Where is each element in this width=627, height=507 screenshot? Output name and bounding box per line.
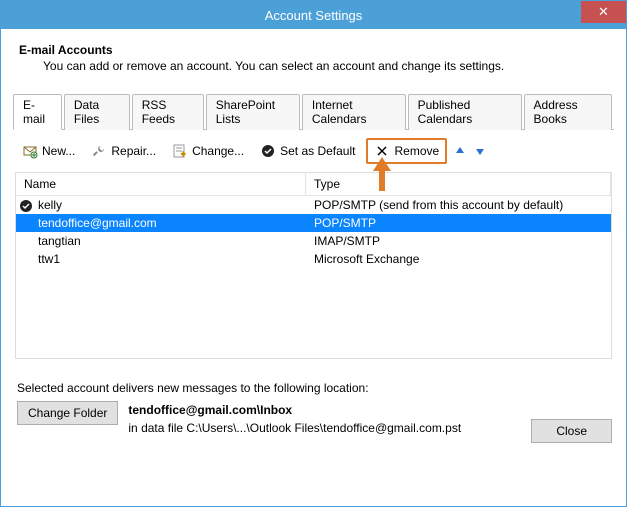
header-title: E-mail Accounts <box>19 43 608 57</box>
change-button[interactable]: Change... <box>167 140 249 162</box>
close-button[interactable]: Close <box>531 419 612 443</box>
delivery-info: tendoffice@gmail.com\Inbox in data file … <box>128 401 461 437</box>
new-label: New... <box>42 144 75 158</box>
change-folder-button[interactable]: Change Folder <box>17 401 118 425</box>
move-up-button[interactable] <box>453 144 467 158</box>
account-row[interactable]: kellyPOP/SMTP (send from this account by… <box>16 196 611 214</box>
window-title: Account Settings <box>265 8 363 23</box>
header-block: E-mail Accounts You can add or remove an… <box>13 39 614 87</box>
move-down-button[interactable] <box>473 144 487 158</box>
tab-rss-feeds[interactable]: RSS Feeds <box>132 94 204 130</box>
tab-sharepoint-lists[interactable]: SharePoint Lists <box>206 94 300 130</box>
account-name: tendoffice@gmail.com <box>16 216 306 230</box>
delivery-path: tendoffice@gmail.com\Inbox <box>128 401 461 419</box>
callout-arrow-icon <box>371 157 393 194</box>
set-default-label: Set as Default <box>280 144 355 158</box>
account-row[interactable]: tendoffice@gmail.comPOP/SMTP <box>16 214 611 232</box>
account-name: tangtian <box>16 234 306 248</box>
account-name: ttw1 <box>16 252 306 266</box>
list-header: Name Type <box>16 173 611 196</box>
window-close-button[interactable]: ✕ <box>581 1 626 23</box>
titlebar: Account Settings ✕ <box>1 1 626 29</box>
change-icon <box>172 143 188 159</box>
tab-published-calendars[interactable]: Published Calendars <box>408 94 522 130</box>
delivery-file: in data file C:\Users\...\Outlook Files\… <box>128 419 461 437</box>
set-default-button[interactable]: Set as Default <box>255 140 360 162</box>
new-button[interactable]: New... <box>17 140 80 162</box>
header-description: You can add or remove an account. You ca… <box>19 59 608 73</box>
change-label: Change... <box>192 144 244 158</box>
repair-button[interactable]: Repair... <box>86 140 161 162</box>
repair-icon <box>91 143 107 159</box>
account-list: Name Type kellyPOP/SMTP (send from this … <box>15 172 612 359</box>
repair-label: Repair... <box>111 144 156 158</box>
account-type: IMAP/SMTP <box>306 234 611 248</box>
account-type: POP/SMTP <box>306 216 611 230</box>
default-check-icon <box>19 199 33 213</box>
toolbar: New... Repair... Change... Set as Defaul… <box>13 130 614 172</box>
account-type: Microsoft Exchange <box>306 252 611 266</box>
list-body: kellyPOP/SMTP (send from this account by… <box>16 196 611 358</box>
remove-label: Remove <box>394 144 439 158</box>
account-row[interactable]: ttw1Microsoft Exchange <box>16 250 611 268</box>
close-icon: ✕ <box>598 4 609 20</box>
account-row[interactable]: tangtianIMAP/SMTP <box>16 232 611 250</box>
delivery-intro: Selected account delivers new messages t… <box>17 381 610 395</box>
tab-address-books[interactable]: Address Books <box>524 94 612 130</box>
tab-e-mail[interactable]: E-mail <box>13 94 62 130</box>
tab-internet-calendars[interactable]: Internet Calendars <box>302 94 406 130</box>
check-circle-icon <box>260 143 276 159</box>
account-type: POP/SMTP (send from this account by defa… <box>306 198 611 212</box>
tab-data-files[interactable]: Data Files <box>64 94 130 130</box>
new-icon <box>22 143 38 159</box>
column-header-type[interactable]: Type <box>306 173 611 195</box>
account-name: kelly <box>16 198 306 212</box>
column-header-name[interactable]: Name <box>16 173 306 195</box>
tabs: E-mailData FilesRSS FeedsSharePoint List… <box>13 93 614 130</box>
